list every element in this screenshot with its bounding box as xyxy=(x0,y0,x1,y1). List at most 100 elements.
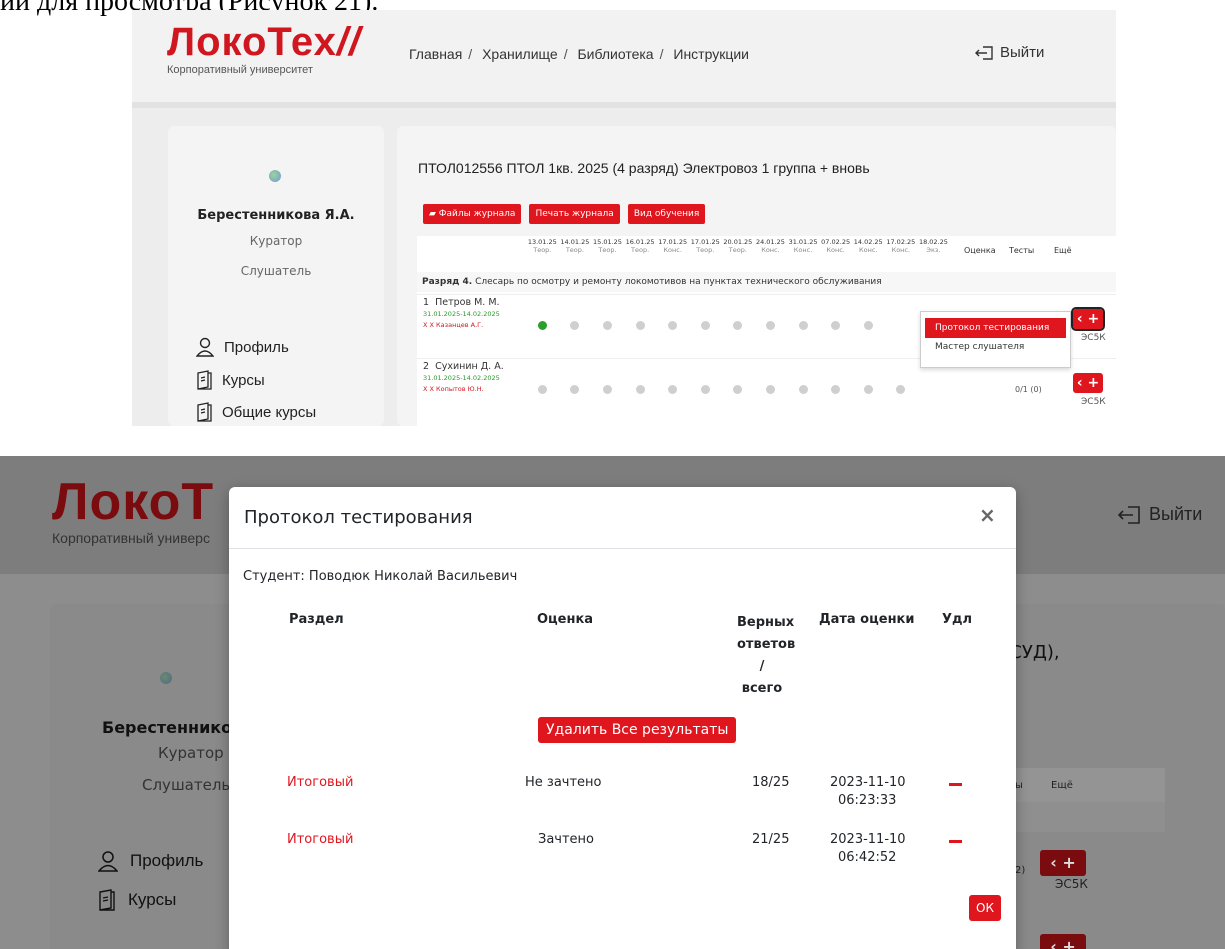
rank-text: Слесарь по осмотру и ремонту локомотивов… xyxy=(472,277,882,287)
protocol-screenshot: ЛокоТ Корпоративный универс Выйти Берест… xyxy=(0,456,1225,949)
attendance-dot[interactable] xyxy=(733,385,743,394)
menu-item-listener-master[interactable]: Мастер слушателя xyxy=(921,338,1070,356)
attendance-dot[interactable] xyxy=(863,385,873,394)
date-column-header: 18.02.25 Экз. xyxy=(917,238,950,254)
attendance-dot[interactable] xyxy=(798,321,808,330)
logout-label: Выйти xyxy=(1149,504,1203,524)
attendance-dot[interactable] xyxy=(863,321,873,330)
modal-title: Протокол тестирования xyxy=(244,507,473,528)
attendance-dot[interactable] xyxy=(602,385,612,394)
journal-grid: 13.01.25 Теор. 14.01.25 Теор. 15.01.25 Теор. 1… xyxy=(417,236,1116,426)
menu-item-test-protocol[interactable]: Протокол тестирования xyxy=(925,318,1066,338)
tests-cell[interactable]: 0/1 (0) xyxy=(1015,385,1042,394)
date-label: 17.01.25 xyxy=(690,238,720,246)
logout-button[interactable]: Выйти xyxy=(1117,504,1202,525)
attendance-dot[interactable] xyxy=(537,385,547,394)
sidebar-item-courses[interactable]: Курсы xyxy=(196,370,265,390)
lesson-type-label: Конс. xyxy=(826,246,845,254)
rank-number: Разряд 4. xyxy=(422,277,473,287)
row-score: 18/25 xyxy=(752,775,790,790)
locomotive-label: ЭС5К xyxy=(1055,877,1088,891)
logout-button[interactable]: Выйти xyxy=(974,44,1044,61)
row-time: 06:23:33 xyxy=(838,793,897,808)
lesson-type-label: Конс. xyxy=(663,246,682,254)
date-label: 13.01.25 xyxy=(527,238,557,246)
attendance-dot[interactable] xyxy=(602,321,612,330)
attendance-dot[interactable] xyxy=(733,321,743,330)
logo-subtitle: Корпоративный универс xyxy=(52,530,210,546)
sidebar-item-courses: Курсы xyxy=(98,889,176,911)
role-curator[interactable]: Куратор xyxy=(168,234,384,248)
ok-button[interactable]: ОК xyxy=(969,895,1001,921)
study-type-button[interactable]: Вид обучения xyxy=(627,204,706,224)
nav-home[interactable]: Главная xyxy=(409,46,462,62)
sidebar-item-label: Профиль xyxy=(224,338,289,356)
logo-subtitle: Корпоративный университет xyxy=(167,64,313,76)
attendance-dot[interactable] xyxy=(765,385,775,394)
student-curator: Х Х Казанцев А.Г. xyxy=(423,321,484,329)
date-label: 07.02.25 xyxy=(821,238,851,246)
attendance-dot[interactable] xyxy=(570,321,580,330)
row-section-link[interactable]: Итоговый xyxy=(287,832,353,847)
attendance-dot[interactable] xyxy=(635,385,645,394)
row-date: 2023-11-10 xyxy=(830,832,906,847)
attendance-dot[interactable] xyxy=(668,321,678,330)
column-header-correct: Верных ответов / всего xyxy=(737,612,795,700)
add-button[interactable]: ‹ + xyxy=(1071,307,1105,331)
avatar xyxy=(269,170,281,182)
close-icon[interactable]: × xyxy=(979,503,996,527)
logo[interactable]: ЛокоТех// Корпоративный университет xyxy=(167,22,361,76)
attendance-dot[interactable] xyxy=(700,321,710,330)
delete-icon[interactable] xyxy=(949,840,962,843)
row-grade: Зачтено xyxy=(538,832,595,847)
course-panel: ПТОЛ012556 ПТОЛ 1кв. 2025 (4 разряд) Эле… xyxy=(397,126,1116,426)
attendance-dot[interactable] xyxy=(831,321,841,330)
files-button[interactable]: ▰ Файлы журнала xyxy=(423,204,522,224)
row-number: 1 xyxy=(423,297,430,308)
print-button[interactable]: Печать журнала xyxy=(529,204,620,224)
add-button: ‹ + xyxy=(1040,850,1086,876)
course-title: ПТОЛ012556 ПТОЛ 1кв. 2025 (4 разряд) Эле… xyxy=(418,160,870,176)
sidebar: Берестенникова Я.А. Куратор Слушатель Пр… xyxy=(168,126,384,426)
student-info: Студент: Поводюк Николай Васильевич xyxy=(243,569,518,584)
nav-library[interactable]: Библиотека xyxy=(577,46,653,62)
lesson-type-label: Конс. xyxy=(891,246,911,254)
sidebar-item-profile[interactable]: Профиль xyxy=(196,337,289,357)
attendance-dot[interactable] xyxy=(831,385,841,394)
role-listener[interactable]: Слушатель xyxy=(168,264,384,278)
user-name: Берестенников xyxy=(102,718,243,737)
date-label: 16.01.25 xyxy=(625,238,655,246)
rank-row-fragment xyxy=(1015,802,1165,832)
attendance-dot[interactable] xyxy=(765,321,775,330)
row-section-link[interactable]: Итоговый xyxy=(287,775,353,790)
add-button[interactable]: ‹ + xyxy=(1073,373,1103,393)
header: ЛокоТех// Корпоративный университет Глав… xyxy=(132,10,1116,108)
attendance-dot[interactable] xyxy=(668,385,678,394)
nav-storage[interactable]: Хранилище xyxy=(482,46,558,62)
journal-screenshot: ЛокоТех// Корпоративный университет Глав… xyxy=(132,10,1116,426)
date-column-header: 16.01.25 Теор. xyxy=(624,238,657,254)
attendance-dot[interactable] xyxy=(635,321,645,330)
sidebar-item-common-courses[interactable]: Общие курсы xyxy=(196,402,316,422)
delete-all-button[interactable]: Удалить Все результаты xyxy=(538,717,737,743)
modal-header: Протокол тестирования × xyxy=(229,487,1016,549)
correct-line-3: / xyxy=(759,659,765,674)
more-header: Ещё xyxy=(1051,780,1073,791)
lesson-type-label: Теор. xyxy=(598,246,617,254)
attendance-dot[interactable] xyxy=(798,385,808,394)
rank-row: Разряд 4. Слесарь по осмотру и ремонту л… xyxy=(417,272,1116,292)
lesson-type-label: Теор. xyxy=(565,246,584,254)
locomotive-label: ЭС5К xyxy=(1081,397,1106,407)
date-column-header: 20.01.25 Теор. xyxy=(722,238,755,254)
delete-icon[interactable] xyxy=(949,783,962,786)
attendance-dot[interactable] xyxy=(896,385,906,394)
date-column-header: 17.01.25 Конс. xyxy=(656,238,689,254)
lesson-type-label: Теор. xyxy=(533,246,552,254)
lesson-type-label: Теор. xyxy=(631,246,650,254)
nav-instructions[interactable]: Инструкции xyxy=(673,46,749,62)
add-attendance-icon[interactable] xyxy=(537,321,547,330)
attendance-dot[interactable] xyxy=(570,385,580,394)
date-label: 17.01.25 xyxy=(658,238,688,246)
date-label: 24.01.25 xyxy=(755,238,785,246)
attendance-dot[interactable] xyxy=(700,385,710,394)
